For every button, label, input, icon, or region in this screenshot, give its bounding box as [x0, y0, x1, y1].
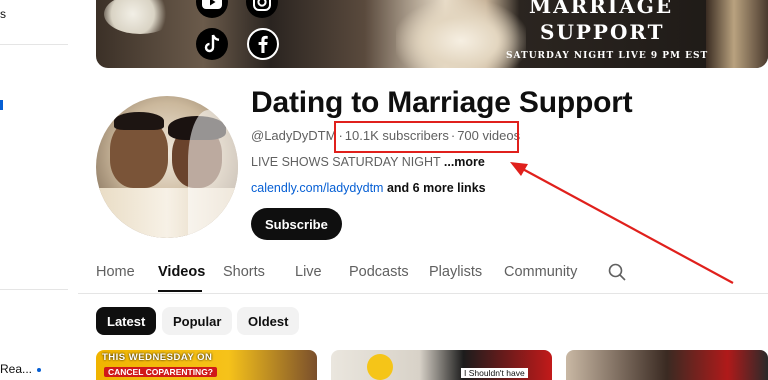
sidebar-divider [0, 289, 68, 290]
video-thumbnail[interactable]: I Shouldn't have [331, 350, 552, 380]
thumbnail-text: THIS WEDNESDAY ON [102, 352, 213, 363]
search-icon[interactable] [607, 262, 627, 282]
annotation-highlight-box [334, 121, 519, 153]
tab-community[interactable]: Community [504, 256, 594, 294]
tab-shorts[interactable]: Shorts [223, 256, 295, 294]
tiktok-icon[interactable] [196, 28, 228, 60]
description-text: LIVE SHOWS SATURDAY NIGHT [251, 155, 441, 169]
sidebar-item-label[interactable]: s [0, 7, 6, 21]
subscribe-button[interactable]: Subscribe [251, 208, 342, 240]
tabs-divider [78, 293, 768, 294]
channel-banner: MARRIAGE SUPPORT SATURDAY NIGHT LIVE 9 P… [96, 0, 768, 68]
channel-links: calendly.com/ladydydtm and 6 more links [251, 181, 486, 195]
tab-podcasts[interactable]: Podcasts [349, 256, 429, 294]
banner-photo-right [706, 0, 768, 68]
more-links-button[interactable]: and 6 more links [387, 181, 486, 195]
sidebar-subscription-item[interactable]: Rea... [0, 362, 32, 376]
banner-title-line2: SUPPORT [540, 20, 665, 44]
channel-tabs: Home Videos Shorts Live Podcasts Playlis… [96, 256, 594, 294]
more-button[interactable]: ...more [444, 155, 485, 169]
video-thumbnail[interactable] [566, 350, 768, 380]
sidebar-divider [0, 44, 68, 45]
banner-title-line1: MARRIAGE [529, 0, 674, 18]
sidebar: s Rea... [0, 0, 78, 380]
thumbnail-text: I Shouldn't have [461, 368, 528, 378]
youtube-icon[interactable] [196, 0, 228, 18]
facebook-icon[interactable] [247, 28, 279, 60]
tab-live[interactable]: Live [295, 256, 349, 294]
channel-link[interactable]: calendly.com/ladydydtm [251, 181, 383, 195]
avatar-photo-detail [188, 110, 238, 238]
video-thumbnail[interactable]: THIS WEDNESDAY ON CANCEL COPARENTING? [96, 350, 317, 380]
channel-handle: @LadyDyDTM [251, 128, 337, 143]
banner-flowers [104, 0, 176, 34]
chip-oldest[interactable]: Oldest [237, 307, 300, 335]
tab-playlists[interactable]: Playlists [429, 256, 504, 294]
thumbnail-text: CANCEL COPARENTING? [104, 367, 217, 377]
instagram-icon[interactable] [246, 0, 278, 18]
avatar-photo-detail [114, 112, 164, 130]
chip-popular[interactable]: Popular [162, 307, 233, 335]
channel-avatar[interactable] [96, 96, 238, 238]
emoji-icon [367, 354, 393, 380]
chip-latest[interactable]: Latest [96, 307, 157, 335]
channel-description[interactable]: LIVE SHOWS SATURDAY NIGHT ...more [251, 155, 485, 169]
channel-name: Dating to Marriage Support [251, 86, 633, 119]
tab-home[interactable]: Home [96, 256, 158, 294]
live-dot-icon [37, 368, 41, 372]
banner-subtitle: SATURDAY NIGHT LIVE 9 PM EST [506, 51, 709, 61]
sidebar-indicator [0, 100, 3, 110]
tab-videos[interactable]: Videos [158, 256, 205, 294]
